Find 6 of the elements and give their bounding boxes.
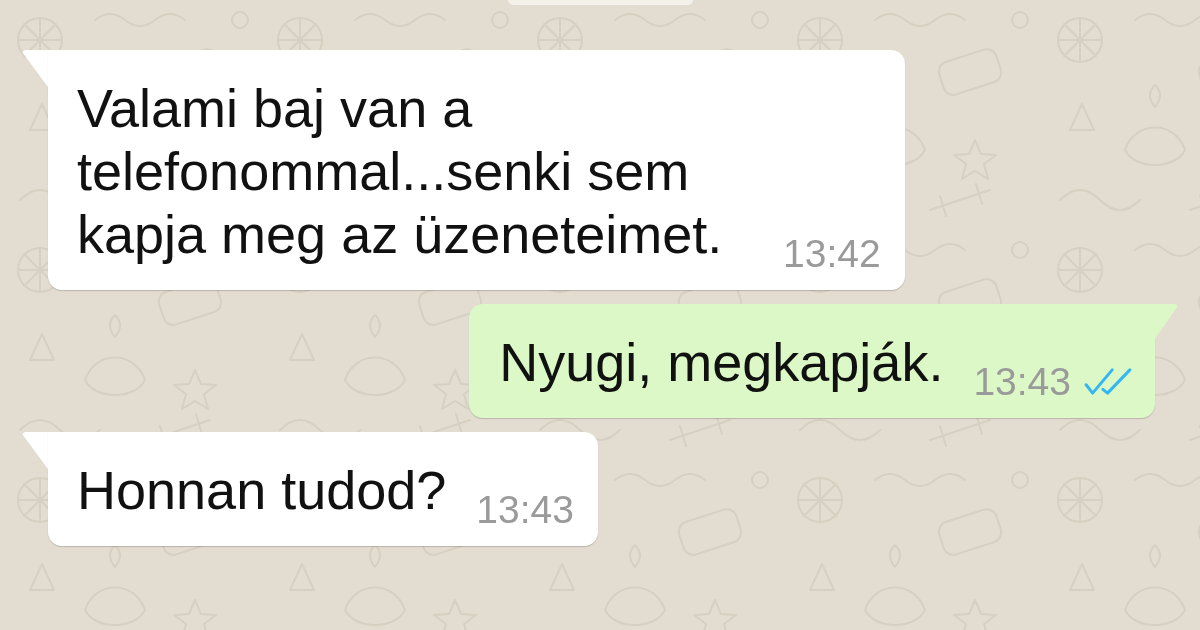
message-text: Valami baj van a telefonommal...senki sem kapja meg az üzeneteimet.: [77, 77, 724, 266]
message-time: 13:43: [476, 490, 574, 529]
message-text: Nyugi, megkapják.: [499, 331, 944, 394]
message-time: 13:42: [783, 234, 881, 273]
message-text: Honnan tudod?: [77, 459, 447, 522]
message-time: 13:43: [973, 362, 1071, 401]
